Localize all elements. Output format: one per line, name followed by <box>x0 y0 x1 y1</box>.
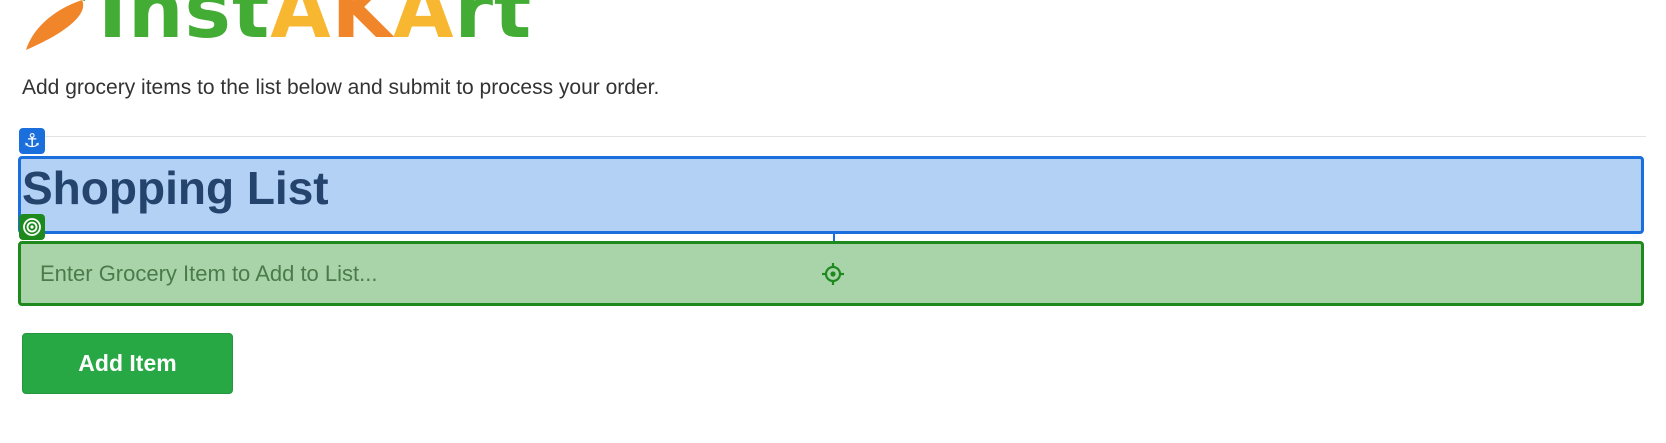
page: Inst A K Art Add grocery items to the list … <box>0 0 1666 443</box>
intro-text: Add grocery items to the list below and … <box>22 76 660 99</box>
divider <box>22 136 1646 137</box>
logo-wordmark: Inst A K Art <box>98 0 533 56</box>
crosshair-icon <box>822 263 844 285</box>
page-title: Shopping List <box>22 162 329 214</box>
carrot-icon <box>26 0 86 50</box>
add-item-button[interactable]: Add Item <box>22 333 233 394</box>
target-icon <box>19 214 45 240</box>
anchor-icon: ⚓ <box>19 128 45 154</box>
instakart-logo: Inst A K Art <box>22 0 532 52</box>
